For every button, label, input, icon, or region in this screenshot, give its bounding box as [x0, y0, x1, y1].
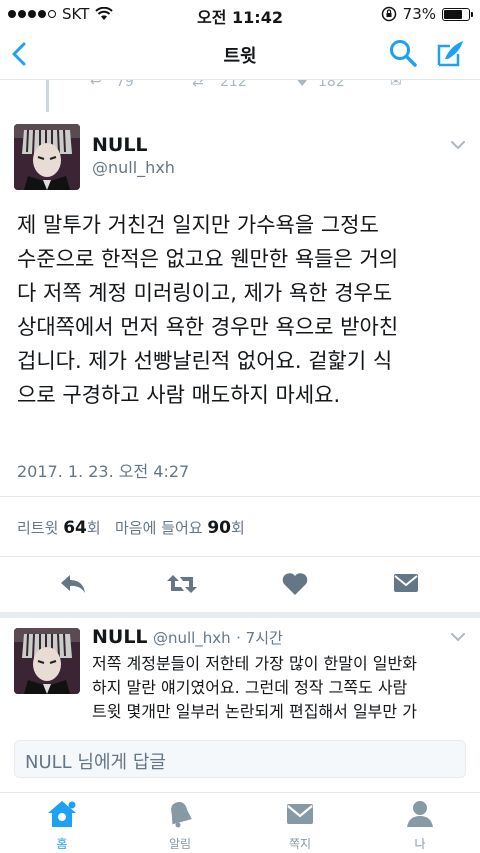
like-heart-icon[interactable] — [281, 571, 309, 597]
prev-like-icon: ♥ — [296, 80, 309, 90]
retweet-count[interactable]: 64 — [63, 518, 87, 538]
divider — [0, 496, 480, 497]
tab-label: 나 — [414, 837, 426, 851]
battery-icon — [442, 7, 473, 21]
reply-author-handle[interactable]: @null_hxh — [153, 629, 231, 647]
tab-me[interactable]: 나 — [372, 799, 468, 852]
tab-home[interactable]: 홈 — [14, 799, 110, 852]
chevron-down-icon[interactable] — [450, 632, 466, 642]
reply-composer-bar: NULL 님에게 답글 — [0, 726, 480, 792]
compose-tweet-icon[interactable] — [436, 38, 466, 68]
section-divider — [0, 612, 480, 618]
retweet-unit: 회 — [86, 519, 101, 537]
tweet-timestamp: 2017. 1. 23. 오전 4:27 — [17, 462, 190, 481]
tab-bar: 홈 알림 쪽지 나 — [0, 792, 480, 853]
search-icon[interactable] — [388, 38, 418, 68]
person-icon — [407, 801, 433, 827]
previous-tweet-actions: ↩ 79 ⇄ 212 ♥ 182 ✉ — [90, 80, 430, 94]
prev-reply-count: 79 — [116, 80, 134, 90]
thread-connector-line — [46, 80, 49, 112]
tab-notifications[interactable]: 알림 — [132, 799, 228, 852]
reply-text: 저쪽 계정분들이 저한테 가장 많이 한말이 일반화 하지 말란 얘기였어요. … — [92, 652, 472, 722]
tweet-text-line: 겁니다. 제가 선빵날린적 없어요. 겉핥기 식 — [17, 349, 393, 373]
prev-reply-icon: ↩ — [90, 80, 102, 90]
direct-message-icon[interactable] — [392, 571, 420, 595]
prev-like-count: 182 — [318, 80, 345, 90]
prev-retweet-icon: ⇄ — [192, 80, 204, 90]
retweet-icon[interactable] — [166, 571, 198, 597]
tab-label: 쪽지 — [288, 837, 312, 851]
tab-label: 홈 — [56, 837, 68, 851]
tweet-actions — [0, 565, 480, 605]
reply-age: · 7시간 — [236, 629, 283, 647]
reply-input[interactable]: NULL 님에게 답글 — [14, 740, 466, 778]
tweet-text-line: 수준으로 한적은 없고요 웬만한 욕들은 거의 — [17, 247, 399, 271]
like-stat-label[interactable]: 마음에 들어요 — [115, 519, 203, 537]
prev-message-icon: ✉ — [390, 80, 402, 90]
chevron-down-icon[interactable] — [450, 140, 466, 150]
author-handle[interactable]: @null_hxh — [92, 158, 175, 177]
reply-text-line: 트윗 몇개만 일부러 논란되게 편집해서 일부만 가 — [92, 702, 417, 721]
retweet-stat-label[interactable]: 리트윗 — [17, 519, 58, 537]
status-bar: SKT 오전 11:42 73% — [0, 0, 480, 28]
like-unit: 회 — [231, 519, 245, 537]
like-count[interactable]: 90 — [207, 518, 231, 538]
reply-icon[interactable] — [58, 571, 88, 597]
tweet-text: 제 말투가 거친건 일지만 가수욕을 그정도 수준으로 한적은 없고요 웬만한 … — [17, 208, 467, 412]
author-name[interactable]: NULL — [92, 134, 148, 156]
reply-author-name[interactable]: NULL — [92, 626, 148, 648]
reply-text-line: 하지 말란 얘기였어요. 그런데 정작 그쪽도 사람 — [92, 678, 408, 697]
home-icon — [48, 801, 76, 827]
prev-retweet-count: 212 — [220, 80, 247, 90]
reply-header: NULL @null_hxh · 7시간 — [92, 626, 283, 648]
tab-label: 알림 — [168, 837, 192, 851]
tweet-stats: 리트윗 64회 마음에 들어요 90회 — [17, 517, 245, 538]
tweet-text-line: 다 저쪽 계정 미러링이고, 제가 욕한 경우도 — [17, 281, 393, 305]
avatar[interactable] — [14, 628, 80, 694]
tab-messages[interactable]: 쪽지 — [252, 799, 348, 852]
reply-text-line: 저쪽 계정분들이 저한테 가장 많이 한말이 일반화 — [92, 654, 417, 673]
envelope-icon — [287, 804, 313, 824]
tweet-text-line: 제 말투가 거친건 일지만 가수욕을 그정도 — [17, 213, 379, 237]
avatar[interactable] — [14, 124, 80, 190]
rotation-lock-icon — [381, 6, 396, 22]
tweet-text-line: 으로 구경하고 사람 매도하지 마세요. — [17, 383, 341, 407]
battery-percent: 73% — [402, 5, 436, 23]
nav-bar: 트윗 — [0, 28, 480, 80]
divider — [0, 556, 480, 557]
bell-icon — [171, 802, 192, 828]
tweet-text-line: 상대쪽에서 먼저 욕한 경우만 욕으로 받아친 — [17, 315, 399, 339]
